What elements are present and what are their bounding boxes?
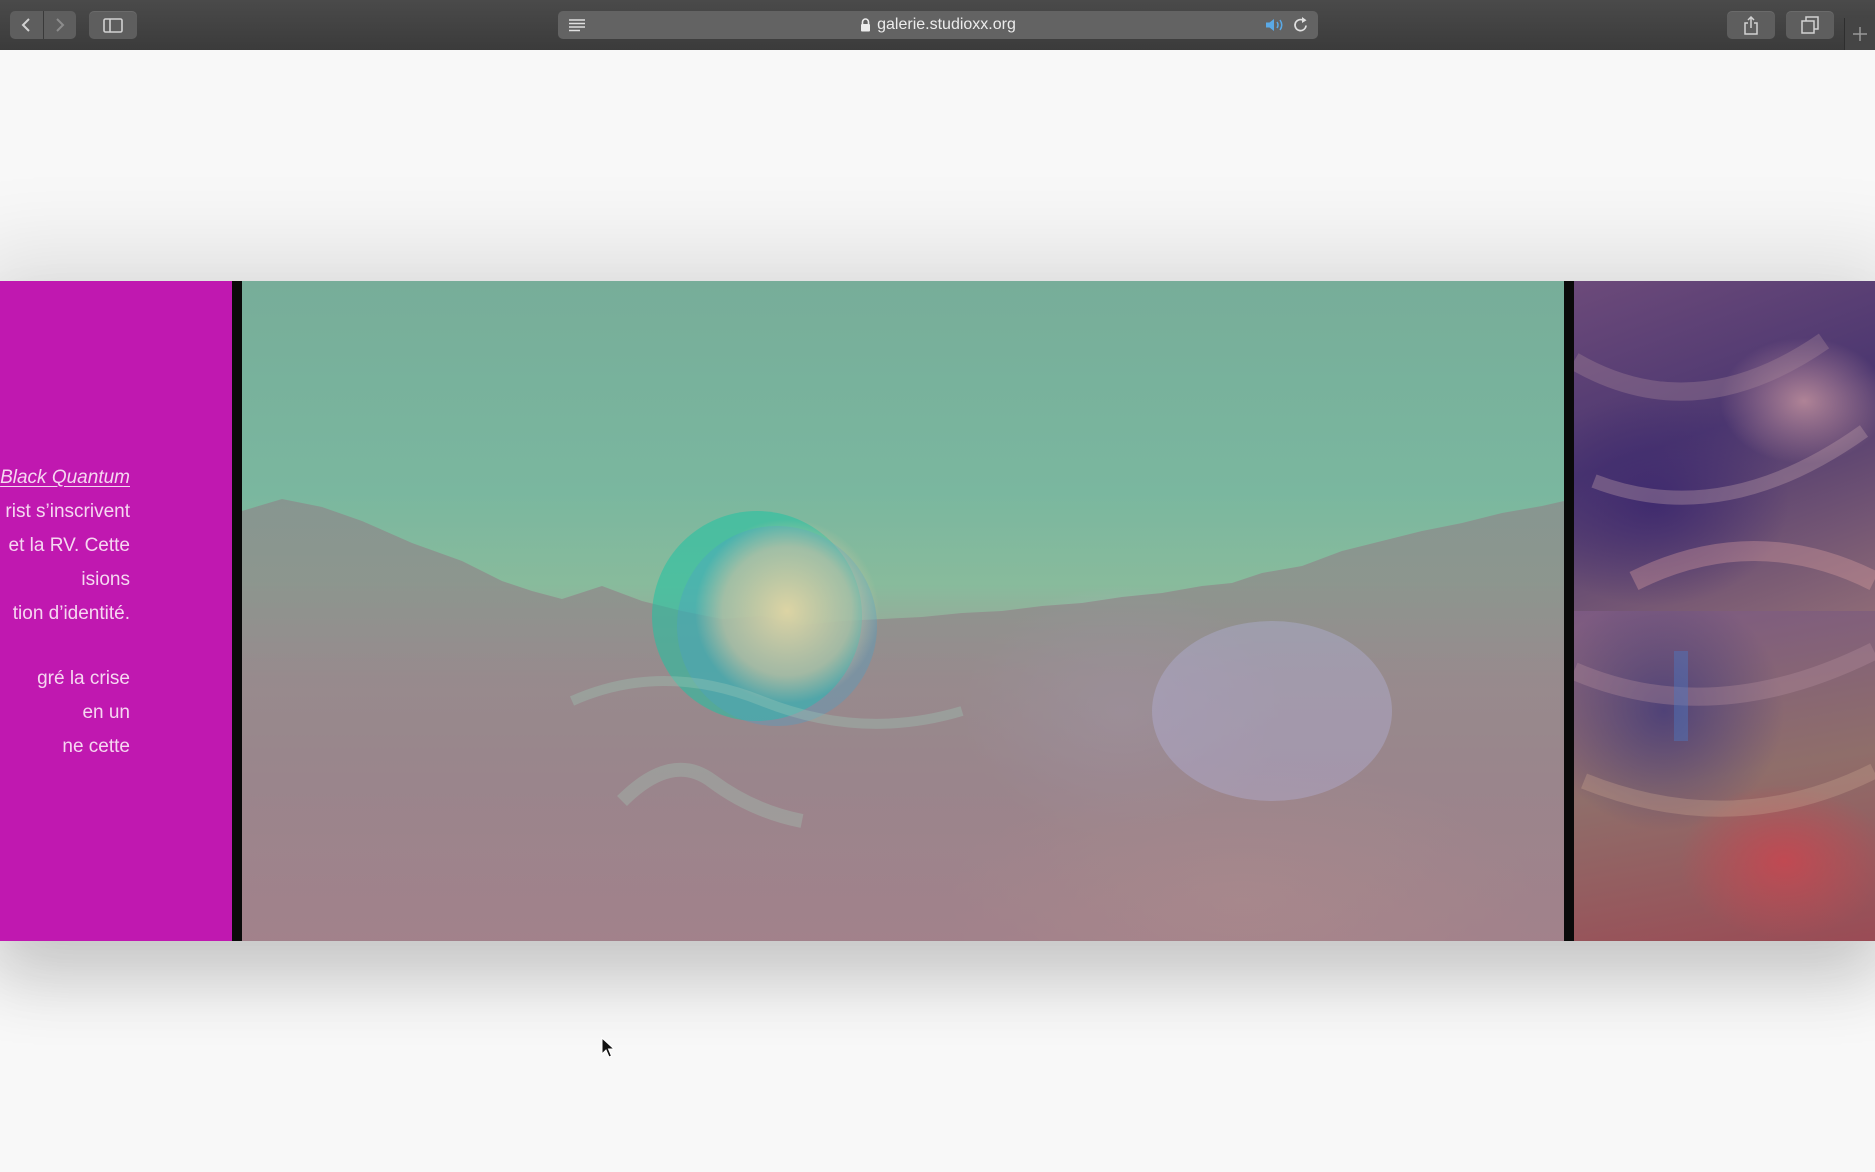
sidebar-toggle-button[interactable] <box>89 11 137 39</box>
forward-button[interactable] <box>43 11 76 39</box>
panel-divider <box>1564 281 1574 941</box>
description-line: en un <box>82 702 130 723</box>
description-line: isions <box>81 569 130 590</box>
chevron-right-icon <box>56 18 65 32</box>
navigation-buttons <box>10 11 76 39</box>
share-button[interactable] <box>1727 11 1775 39</box>
reader-view-icon[interactable] <box>568 18 586 32</box>
mouse-cursor-icon <box>601 1037 615 1058</box>
chevron-left-icon <box>21 18 30 32</box>
page-content: Black Quantum rist s’inscrivent et la RV… <box>0 50 1875 1172</box>
description-line: gré la crise <box>37 668 130 689</box>
reload-icon[interactable] <box>1293 16 1309 33</box>
description-line: ne cette <box>62 736 130 757</box>
url-text: galerie.studioxx.org <box>877 16 1016 33</box>
description-line: tion d’identité. <box>12 603 130 624</box>
panel-divider <box>232 281 242 941</box>
gallery-strip[interactable]: Black Quantum rist s’inscrivent et la RV… <box>0 281 1875 941</box>
description-panel: Black Quantum rist s’inscrivent et la RV… <box>0 281 232 941</box>
description-line: Black Quantum <box>0 467 232 489</box>
description-line: et la RV. Cette <box>8 535 130 556</box>
swirl-illustration <box>1574 333 1875 590</box>
address-bar[interactable]: galerie.studioxx.org <box>558 11 1318 39</box>
abstract-artwork-image[interactable] <box>1574 611 1875 941</box>
landscape-illustration <box>242 499 1564 941</box>
lock-icon <box>861 18 871 32</box>
browser-toolbar: galerie.studioxx.org <box>0 0 1875 51</box>
swirl-illustration <box>1574 642 1875 817</box>
speaker-icon[interactable] <box>1264 17 1286 33</box>
landscape-artwork-image[interactable] <box>242 281 1564 941</box>
plus-icon <box>1853 27 1867 41</box>
tab-overview-button[interactable] <box>1786 11 1834 39</box>
tab-overview-icon <box>1801 16 1819 34</box>
new-tab-button[interactable] <box>1844 18 1875 50</box>
abstract-artwork-image[interactable] <box>1574 281 1875 611</box>
share-icon <box>1744 15 1758 35</box>
back-button[interactable] <box>10 11 44 39</box>
project-link[interactable]: Black Quantum <box>0 467 130 488</box>
description-line: rist s’inscrivent <box>5 501 130 522</box>
sidebar-icon <box>103 17 123 33</box>
